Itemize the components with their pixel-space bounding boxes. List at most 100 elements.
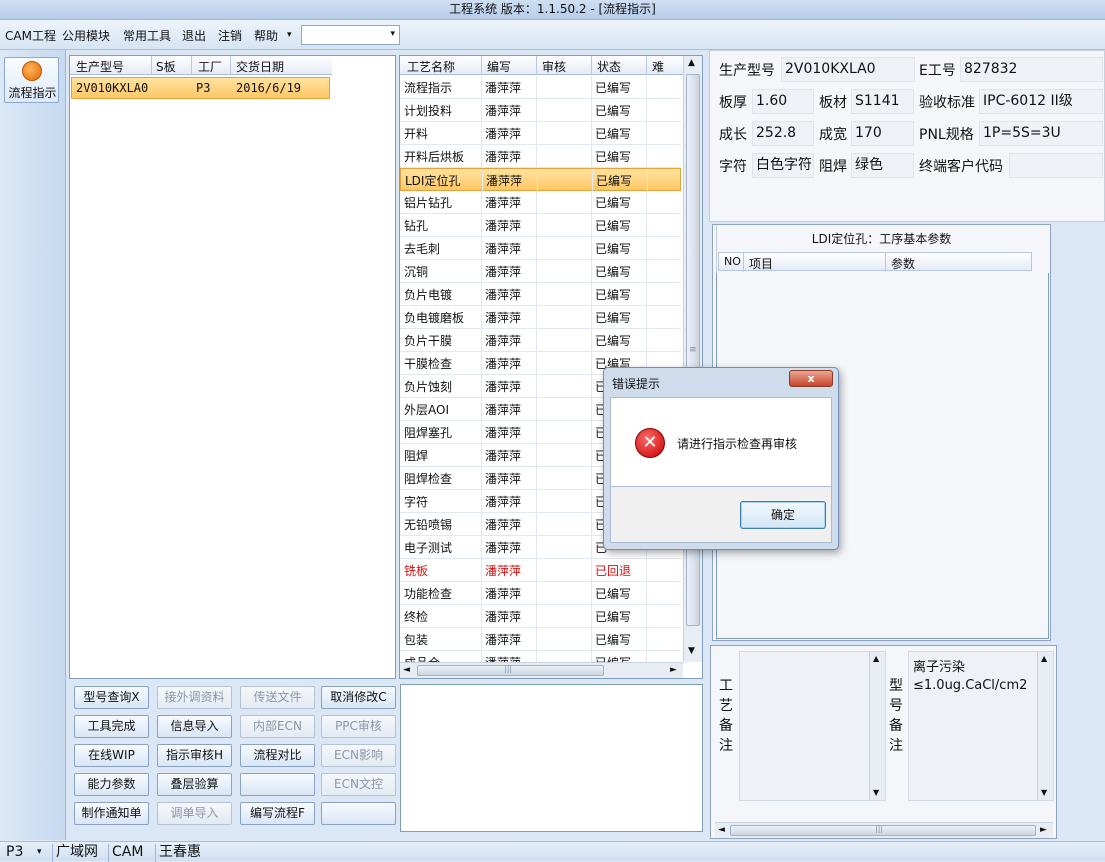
col-factory[interactable]: 工厂 [198,58,222,75]
table-row[interactable]: 去毛刺 潘萍萍 已编写 [400,237,681,260]
scroll-up-icon[interactable]: ▲ [1041,654,1047,663]
chevron-down-icon[interactable]: ▾ [390,29,395,39]
action-button[interactable]: 信息导入 [157,715,232,738]
col-s[interactable]: S板 [156,58,176,75]
nav-process-button[interactable]: 流程指示 [4,57,59,103]
process-remark-scrollbar[interactable]: ▲ ▼ [869,652,885,800]
table-row[interactable]: 开料 潘萍萍 已编写 [400,122,681,145]
length-field[interactable]: 252.8 [752,121,814,146]
action-button[interactable]: 制作通知单 [74,802,149,825]
menu-combo[interactable]: ▾ [301,25,400,45]
hscroll-thumb[interactable]: ||| [730,824,1036,836]
menu-public[interactable]: 公用模块 [62,27,110,44]
table-row[interactable]: 计划投料 潘萍萍 已编写 [400,99,681,122]
menu-logout[interactable]: 注销 [218,27,242,44]
action-button[interactable]: 调单导入 [157,802,232,825]
table-row[interactable]: 负电镀磨板 潘萍萍 已编写 [400,306,681,329]
action-button[interactable]: 能力参数 [74,773,149,796]
process-name: 干膜检查 [404,357,453,371]
table-row[interactable]: 流程指示 潘萍萍 已编写 [400,76,681,99]
process-remark-box[interactable]: ▲ ▼ [739,651,886,801]
menu-cam[interactable]: CAM工程 [5,27,56,44]
action-button[interactable]: 接外调资料 [157,686,232,709]
table-row[interactable]: 负片干膜 潘萍萍 已编写 [400,329,681,352]
col-param[interactable]: 参数 [891,255,915,272]
remarks-hscrollbar[interactable]: ◄ ||| ► [715,822,1053,838]
table-row[interactable]: 功能检查 潘萍萍 已编写 [400,582,681,605]
col-status[interactable]: 状态 [597,58,621,75]
material-field[interactable]: S1141 [851,89,914,114]
std-field[interactable]: IPC-6012 II级 [979,89,1103,114]
col-no[interactable]: NO [724,255,741,268]
status-dropdown[interactable]: P3 [6,844,23,860]
action-button[interactable]: 内部ECN [240,715,315,738]
col-item[interactable]: 项目 [749,255,773,272]
table-row[interactable]: 2V010KXLA0 P3 2016/6/19 [71,77,330,99]
scroll-left-icon[interactable]: ◄ [403,665,410,675]
process-name: 终检 [404,610,429,624]
scroll-up-icon[interactable]: ▲ [688,58,695,68]
process-name: 负片蚀刻 [404,380,453,394]
col-process-name[interactable]: 工艺名称 [407,58,455,75]
model-remark-scrollbar[interactable]: ▲ ▼ [1037,652,1053,800]
width-field[interactable]: 170 [851,121,914,146]
model-remark-box[interactable]: 离子污染 ≤1.0ug.CaCl/cm2 ▲ ▼ [908,651,1054,801]
action-button[interactable] [321,802,396,825]
pnl-field[interactable]: 1P=5S=3U [979,121,1103,146]
table-row[interactable]: 钻孔 潘萍萍 已编写 [400,214,681,237]
customer-field[interactable] [1009,153,1103,178]
table-row[interactable]: LDI定位孔 潘萍萍 已编写 [400,168,681,192]
action-button[interactable]: ECN影响 [321,744,396,767]
action-button[interactable]: 流程对比 [240,744,315,767]
order-model: 2V010KXLA0 [76,81,149,95]
action-button[interactable]: 取消修改C [321,686,396,709]
table-row[interactable]: 成品仓 潘萍萍 已编写 [400,651,681,662]
scroll-right-icon[interactable]: ► [1040,825,1047,835]
table-row[interactable]: 铣板 潘萍萍 已回退 [400,559,681,582]
scroll-up-icon[interactable]: ▲ [873,654,879,663]
ok-button[interactable]: 确定 [740,501,826,529]
memo-box[interactable] [400,684,703,832]
mask-field[interactable]: 绿色 [851,153,914,178]
col-date[interactable]: 交货日期 [236,58,284,75]
eng-field[interactable]: 827832 [960,57,1103,82]
model-field[interactable]: 2V010KXLA0 [781,57,915,82]
action-button[interactable]: 编写流程F [240,802,315,825]
scroll-down-icon[interactable]: ▼ [873,788,879,797]
char-field[interactable]: 白色字符 [752,153,814,178]
action-button[interactable]: PPC审核 [321,715,396,738]
process-vscrollbar[interactable]: ▲ ≡ ▼ [683,56,702,662]
table-row[interactable]: 终检 潘萍萍 已编写 [400,605,681,628]
table-row[interactable]: 负片电镀 潘萍萍 已编写 [400,283,681,306]
action-button[interactable]: 型号查询X [74,686,149,709]
action-button[interactable]: ECN文控 [321,773,396,796]
table-row[interactable]: 包装 潘萍萍 已编写 [400,628,681,651]
col-review[interactable]: 审核 [542,58,566,75]
menu-tools[interactable]: 常用工具 [123,27,171,44]
action-button[interactable]: 叠层验算 [157,773,232,796]
thick-field[interactable]: 1.60 [752,89,814,114]
action-button[interactable]: 传送文件 [240,686,315,709]
menu-exit[interactable]: 退出 [182,27,206,44]
action-button[interactable]: 在线WIP [74,744,149,767]
col-difficulty[interactable]: 难 [652,58,664,75]
table-row[interactable]: 沉铜 潘萍萍 已编写 [400,260,681,283]
action-button[interactable] [240,773,315,796]
table-row[interactable]: 铝片钻孔 潘萍萍 已编写 [400,191,681,214]
col-writer[interactable]: 编写 [487,58,511,75]
process-hscrollbar[interactable]: ◄ ||| ► [400,662,683,678]
action-button[interactable]: 工具完成 [74,715,149,738]
scroll-right-icon[interactable]: ► [670,665,677,675]
action-button[interactable]: 指示审核H [157,744,232,767]
scroll-left-icon[interactable]: ◄ [718,825,725,835]
col-model[interactable]: 生产型号 [76,58,124,75]
table-row[interactable]: 开料后烘板 潘萍萍 已编写 [400,145,681,168]
scroll-down-icon[interactable]: ▼ [688,646,695,656]
help-dropdown-icon[interactable]: ▾ [287,30,292,40]
hscroll-thumb[interactable]: ||| [417,664,604,676]
chevron-down-icon[interactable]: ▾ [37,847,42,857]
status-network: 广域网 [52,844,101,862]
scroll-down-icon[interactable]: ▼ [1041,788,1047,797]
menu-help[interactable]: 帮助 [254,27,278,44]
close-icon[interactable]: x [789,370,833,387]
